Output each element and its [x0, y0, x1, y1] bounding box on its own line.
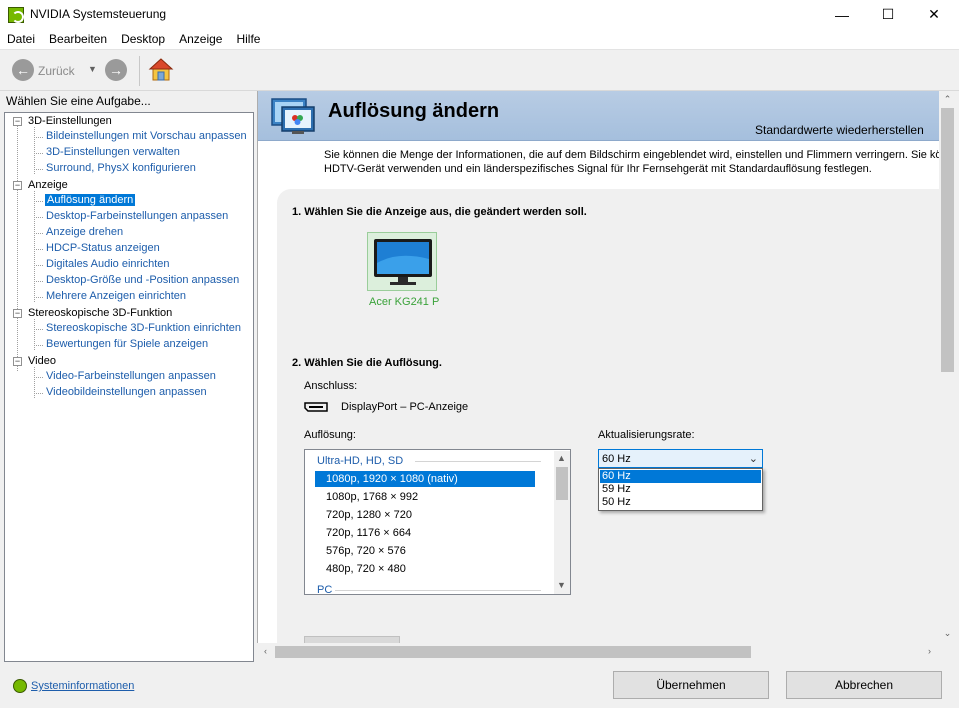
task-tree: − 3D-Einstellungen Bildeinstellungen mit… [4, 112, 254, 662]
apply-button[interactable]: Übernehmen [613, 671, 769, 699]
menu-bearbeiten[interactable]: Bearbeiten [42, 29, 114, 49]
menu-datei[interactable]: Datei [0, 29, 42, 49]
tree-category-video[interactable]: Video [28, 355, 56, 367]
resolution-label: Auflösung: [304, 429, 356, 441]
monitor-label[interactable]: Acer KG241 P [369, 296, 439, 308]
scroll-up-icon[interactable]: ⌃ [940, 94, 955, 105]
collapse-3d-icon[interactable]: − [13, 117, 22, 126]
tree-category-stereo-3d[interactable]: Stereoskopische 3D-Funktion [28, 307, 172, 319]
resolution-group-header-pc: PC [317, 584, 333, 595]
tree-item-desktop-groesse[interactable]: Desktop-Größe und -Position anpassen [46, 274, 239, 286]
tree-item-desktop-farbe[interactable]: Desktop-Farbeinstellungen anpassen [46, 210, 228, 222]
back-icon[interactable]: ← [12, 59, 34, 81]
nvidia-app-icon [8, 7, 24, 23]
title-bar: NVIDIA Systemsteuerung — ☐ ✕ [0, 0, 959, 29]
tree-item-anzeige-drehen[interactable]: Anzeige drehen [46, 226, 123, 238]
close-button[interactable]: ✕ [911, 0, 957, 29]
back-button-label[interactable]: Zurück [38, 64, 75, 78]
tree-item-hdcp-status[interactable]: HDCP-Status anzeigen [46, 242, 160, 254]
connection-label: Anschluss: [304, 380, 358, 392]
chevron-down-icon: ⌄ [748, 453, 758, 465]
tree-item-stereo-einrichten[interactable]: Stereoskopische 3D-Funktion einrichten [46, 322, 241, 334]
tree-item-mehrere-anzeigen[interactable]: Mehrere Anzeigen einrichten [46, 290, 186, 302]
resolution-group-header: Ultra-HD, HD, SD [317, 455, 404, 467]
scroll-up-icon[interactable]: ▲ [554, 453, 569, 463]
step2-title: 2. Wählen Sie die Auflösung. [292, 357, 442, 369]
display-settings-icon [271, 98, 315, 134]
collapse-video-icon[interactable]: − [13, 357, 22, 366]
refresh-rate-selected: 60 Hz [602, 453, 631, 465]
resolution-list-scrollbar[interactable]: ▲ ▼ [554, 451, 570, 594]
resolution-option[interactable]: 720p, 1176 × 664 [315, 525, 535, 541]
resolution-option[interactable]: 576p, 720 × 576 [315, 543, 535, 559]
menu-bar: Datei Bearbeiten Desktop Anzeige Hilfe [0, 29, 959, 49]
tree-category-3d[interactable]: 3D-Einstellungen [28, 115, 112, 127]
toolbar-separator [139, 56, 140, 86]
minimize-button[interactable]: — [819, 0, 865, 29]
refresh-option[interactable]: 50 Hz [600, 496, 761, 509]
nvidia-sysinfo-icon[interactable] [13, 679, 27, 693]
description-line-1: Sie können die Menge der Informationen, … [324, 149, 939, 161]
monitor-icon [374, 239, 432, 285]
page-description: Sie können die Menge der Informationen, … [324, 148, 939, 176]
monitor-card[interactable] [367, 232, 437, 291]
restore-defaults-link[interactable]: Standardwerte wiederherstellen [755, 123, 924, 137]
resolution-option[interactable]: 720p, 1280 × 720 [315, 507, 535, 523]
tree-item-aufloesung-aendern[interactable]: Auflösung ändern [45, 194, 136, 206]
collapse-stereo-icon[interactable]: − [13, 309, 22, 318]
refresh-rate-options: 60 Hz 59 Hz 50 Hz [598, 468, 763, 511]
resolution-option[interactable]: 1080p, 1920 × 1080 (nativ) [315, 471, 535, 487]
displayport-icon [304, 402, 328, 412]
home-icon[interactable] [148, 57, 174, 83]
task-heading: Wählen Sie eine Aufgabe... [6, 94, 151, 108]
resolution-list-scroll-thumb[interactable] [556, 467, 568, 500]
tree-item-3d-verwalten[interactable]: 3D-Einstellungen verwalten [46, 146, 180, 158]
collapse-anzeige-icon[interactable]: − [13, 181, 22, 190]
refresh-rate-label: Aktualisierungsrate: [598, 429, 695, 441]
refresh-option[interactable]: 60 Hz [600, 470, 761, 483]
tree-item-digitales-audio[interactable]: Digitales Audio einrichten [46, 258, 170, 270]
tree-category-anzeige[interactable]: Anzeige [28, 179, 68, 191]
refresh-option[interactable]: 59 Hz [600, 483, 761, 496]
scroll-left-icon[interactable]: ‹ [258, 646, 273, 656]
tree-item-surround-physx[interactable]: Surround, PhysX konfigurieren [46, 162, 196, 174]
tree-item-video-farbe[interactable]: Video-Farbeinstellungen anpassen [46, 370, 216, 382]
vertical-scroll-thumb[interactable] [941, 108, 954, 372]
menu-desktop[interactable]: Desktop [114, 29, 172, 49]
toolbar: ← Zurück ▼ → [0, 49, 959, 91]
system-information-link[interactable]: Systeminformationen [31, 680, 134, 692]
forward-icon[interactable]: → [105, 59, 127, 81]
page-title: Auflösung ändern [328, 100, 500, 122]
window-title: NVIDIA Systemsteuerung [30, 7, 167, 21]
tree-item-bildeinstellungen[interactable]: Bildeinstellungen mit Vorschau anpassen [46, 130, 247, 142]
connection-value: DisplayPort – PC-Anzeige [341, 401, 469, 413]
maximize-button[interactable]: ☐ [865, 0, 911, 29]
menu-hilfe[interactable]: Hilfe [229, 29, 267, 49]
scroll-right-icon[interactable]: › [922, 646, 937, 656]
tree-item-bewertungen-spiele[interactable]: Bewertungen für Spiele anzeigen [46, 338, 208, 350]
scroll-down-icon[interactable]: ▼ [554, 580, 569, 590]
tree-item-videobild[interactable]: Videobildeinstellungen anpassen [46, 386, 207, 398]
step1-title: 1. Wählen Sie die Anzeige aus, die geänd… [292, 206, 587, 218]
resolution-option[interactable]: 480p, 720 × 480 [315, 561, 535, 577]
resolution-option[interactable]: 1080p, 1768 × 992 [315, 489, 535, 505]
back-history-dropdown-icon[interactable]: ▼ [88, 64, 97, 74]
content-panel: Auflösung ändern Standardwerte wiederher… [257, 91, 939, 643]
horizontal-scroll-thumb[interactable] [275, 646, 751, 658]
page-header: Auflösung ändern Standardwerte wiederher… [258, 91, 939, 141]
scroll-down-icon[interactable]: ⌄ [940, 628, 955, 639]
description-line-2: HDTV-Gerät verwenden und ein länderspezi… [324, 163, 872, 175]
partially-hidden-button[interactable] [304, 636, 400, 643]
menu-anzeige[interactable]: Anzeige [172, 29, 229, 49]
resolution-list[interactable]: Ultra-HD, HD, SD 1080p, 1920 × 1080 (nat… [304, 449, 571, 595]
refresh-rate-select[interactable]: 60 Hz ⌄ [598, 449, 763, 468]
cancel-button[interactable]: Abbrechen [786, 671, 942, 699]
